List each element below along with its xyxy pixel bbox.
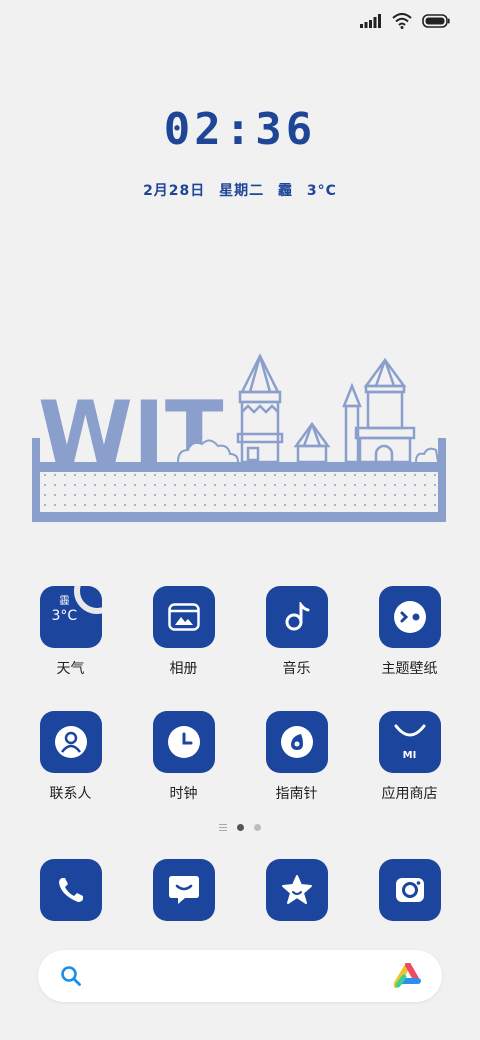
app-clock[interactable]: 时钟 bbox=[127, 711, 240, 803]
gallery-icon[interactable] bbox=[152, 586, 215, 648]
signal-icon bbox=[360, 14, 381, 28]
app-music[interactable]: 音乐 bbox=[240, 586, 353, 678]
app-label: 音乐 bbox=[282, 661, 311, 677]
app-label: 天气 bbox=[56, 661, 85, 677]
app-compass[interactable]: 指南针 bbox=[240, 711, 353, 803]
wifi-icon bbox=[392, 13, 412, 29]
camera-icon[interactable] bbox=[378, 859, 441, 921]
phone-icon[interactable] bbox=[39, 859, 102, 921]
clock-icon[interactable] bbox=[152, 711, 215, 773]
store-mi-text: MI bbox=[402, 750, 417, 761]
page-dot-active[interactable] bbox=[237, 824, 244, 831]
favorites-star-icon[interactable] bbox=[265, 859, 328, 921]
page-dot[interactable] bbox=[254, 824, 261, 831]
battery-icon bbox=[422, 14, 450, 28]
app-label: 相册 bbox=[169, 661, 198, 677]
app-store[interactable]: MI 应用商店 bbox=[353, 711, 466, 803]
app-label: 联系人 bbox=[49, 786, 92, 802]
weather-icon[interactable]: 霾 3°C bbox=[39, 586, 102, 648]
dock-camera[interactable] bbox=[353, 859, 466, 921]
app-contacts[interactable]: 联系人 bbox=[14, 711, 127, 803]
themes-icon[interactable] bbox=[378, 586, 441, 648]
weather-tile-condition: 霾 bbox=[59, 596, 70, 607]
app-label: 主题壁纸 bbox=[381, 661, 438, 677]
app-store-icon[interactable]: MI bbox=[378, 711, 441, 773]
castle-illustration-widget[interactable]: WIT bbox=[30, 350, 450, 525]
lockscreen-clock[interactable]: 02:36 bbox=[0, 104, 480, 155]
weekday-text: 星期二 bbox=[219, 183, 265, 199]
music-icon[interactable] bbox=[265, 586, 328, 648]
page-indicator[interactable] bbox=[0, 824, 480, 831]
date-text: 2月28日 bbox=[143, 183, 206, 199]
status-bar bbox=[360, 10, 450, 32]
contacts-icon[interactable] bbox=[39, 711, 102, 773]
app-label: 时钟 bbox=[169, 786, 198, 802]
app-label: 应用商店 bbox=[381, 786, 438, 802]
weather-text: 霾 bbox=[278, 183, 294, 199]
search-icon[interactable] bbox=[60, 965, 82, 987]
search-bar[interactable] bbox=[38, 950, 442, 1002]
menu-lines-icon[interactable] bbox=[219, 824, 227, 831]
app-label: 指南针 bbox=[275, 786, 318, 802]
messages-icon[interactable] bbox=[152, 859, 215, 921]
dock-favorites[interactable] bbox=[240, 859, 353, 921]
weather-tile-temp: 3°C bbox=[51, 608, 78, 624]
app-themes[interactable]: 主题壁纸 bbox=[353, 586, 466, 678]
temperature-text: 3°C bbox=[306, 183, 337, 199]
dock-phone[interactable] bbox=[14, 859, 127, 921]
compass-icon[interactable] bbox=[265, 711, 328, 773]
app-weather[interactable]: 霾 3°C 天气 bbox=[14, 586, 127, 678]
app-gallery[interactable]: 相册 bbox=[127, 586, 240, 678]
date-weather-line[interactable]: 2月28日 星期二 霾 3°C bbox=[0, 180, 480, 200]
app-vault-icon[interactable] bbox=[394, 963, 422, 989]
dock-messages[interactable] bbox=[127, 859, 240, 921]
castle-illustration: WIT bbox=[32, 353, 446, 522]
